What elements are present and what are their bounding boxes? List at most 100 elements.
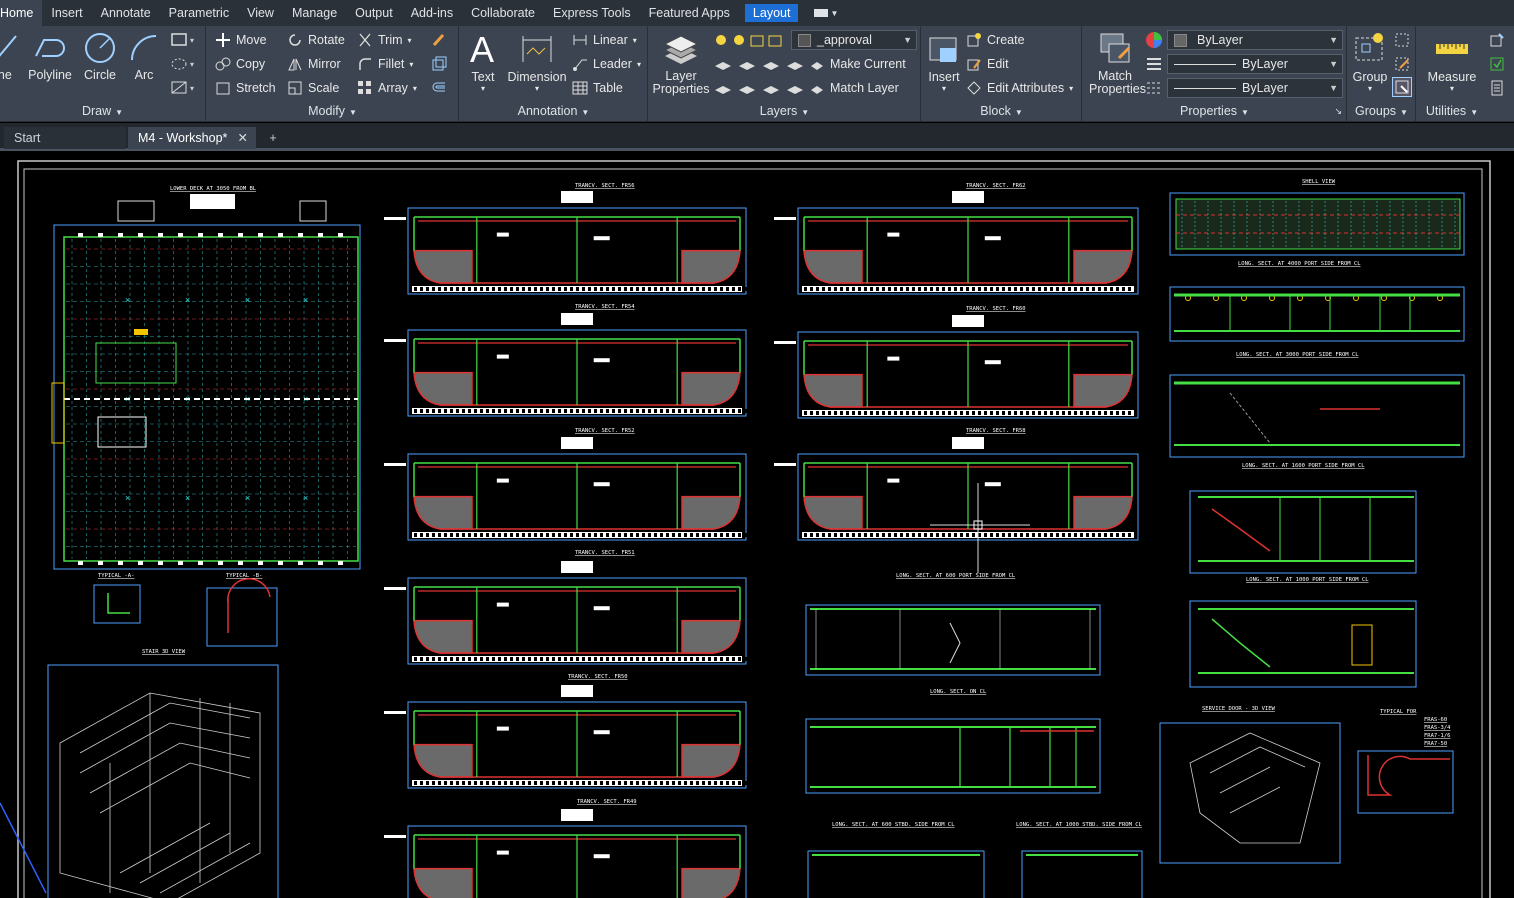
tab-current-drawing[interactable]: M4 - Workshop* ✕ <box>128 127 256 149</box>
tab-home[interactable]: Home <box>0 0 43 26</box>
scale-tick <box>450 657 453 661</box>
ungroup-button[interactable] <box>1394 30 1410 50</box>
rotate-button[interactable]: Rotate <box>287 30 345 50</box>
rectangle-button[interactable]: ▾ <box>170 30 198 50</box>
hatch-button[interactable]: ▾ <box>170 54 198 74</box>
tab-manage[interactable]: Manage <box>283 0 346 26</box>
scale-tick <box>1056 287 1059 291</box>
match-properties-button[interactable]: Match Properties <box>1089 30 1146 96</box>
layer-dropdown[interactable]: _approval ▼ <box>791 30 917 50</box>
scale-tick <box>444 781 447 785</box>
scale-tick <box>612 533 615 537</box>
drawing-canvas[interactable]: LOWER DECK AT 3050 FROM BL ×××××××××××× … <box>0 153 1514 898</box>
tab-start[interactable]: Start <box>4 127 126 149</box>
scale-tick <box>720 287 723 291</box>
scale-tick <box>726 657 729 661</box>
scale-tick <box>732 287 735 291</box>
group-button[interactable]: Group ▾ <box>1350 30 1390 93</box>
tab-add-ins[interactable]: Add-ins <box>402 0 462 26</box>
scale-tick <box>540 781 543 785</box>
scale-tick <box>636 657 639 661</box>
tab-featured-apps[interactable]: Featured Apps <box>640 0 739 26</box>
close-icon[interactable]: ✕ <box>238 127 248 149</box>
tab-view[interactable]: View <box>238 0 283 26</box>
scale-tick <box>828 533 831 537</box>
arc-button[interactable]: Arc <box>126 30 162 82</box>
linetype-dropdown[interactable]: ByLayer ▼ <box>1167 78 1343 98</box>
scale-tick <box>630 533 633 537</box>
color-value: ByLayer <box>1197 33 1243 47</box>
scale-tick <box>816 411 819 415</box>
mirror-button[interactable]: Mirror <box>287 54 341 74</box>
copy-button[interactable]: Copy <box>215 54 265 74</box>
tab-output[interactable]: Output <box>346 0 402 26</box>
stretch-button[interactable]: Stretch <box>215 78 276 98</box>
move-button[interactable]: Move <box>215 30 267 50</box>
linear-dimension-button[interactable]: Linear ▾ <box>572 30 637 50</box>
explode-button[interactable] <box>431 54 447 74</box>
scale-tick <box>480 533 483 537</box>
groups-panel-title[interactable]: Groups ▼ <box>1348 102 1415 120</box>
insert-block-button[interactable]: Insert ▾ <box>924 30 964 93</box>
pillar-mark: × <box>245 493 250 503</box>
lineweight-dropdown[interactable]: ByLayer ▼ <box>1167 54 1343 74</box>
scale-tick <box>426 781 429 785</box>
tab-insert[interactable]: Insert <box>42 0 91 26</box>
tab-express-tools[interactable]: Express Tools <box>544 0 640 26</box>
quick-select-button[interactable] <box>1489 54 1505 74</box>
scale-tick <box>930 533 933 537</box>
scale-tick <box>552 781 555 785</box>
line-button[interactable]: Line <box>0 30 20 82</box>
title-long1600: LONG. SECT. AT 1600 PORT SIDE FROM CL <box>1242 463 1365 469</box>
ribbon-display-toggle[interactable]: ▼ <box>814 9 838 18</box>
edit-block-icon <box>967 59 981 71</box>
block-panel-title[interactable]: Block ▼ <box>922 102 1081 120</box>
tab-annotate[interactable]: Annotate <box>92 0 160 26</box>
properties-panel-title[interactable]: Properties ▼ ↘ <box>1083 102 1346 120</box>
modify-panel-title[interactable]: Modify ▼ <box>207 102 458 120</box>
draw-panel-title[interactable]: Draw ▼ <box>0 102 205 120</box>
gradient-button[interactable]: ▾ <box>170 78 198 98</box>
scale-tick <box>744 781 747 785</box>
calculator-button[interactable] <box>1489 78 1505 98</box>
erase-button[interactable] <box>431 30 447 50</box>
scale-tick <box>702 287 705 291</box>
scale-tick <box>498 781 501 785</box>
new-tab-button[interactable]: + <box>262 127 284 149</box>
linear-dimension-icon <box>573 35 587 45</box>
scale-button[interactable]: Scale <box>287 78 339 98</box>
trim-button[interactable]: Trim ▾ <box>357 30 412 50</box>
pillar-mark: × <box>125 493 130 503</box>
tab-parametric[interactable]: Parametric <box>160 0 238 26</box>
polyline-button[interactable]: Polyline <box>24 30 76 82</box>
scale-tick <box>540 533 543 537</box>
layer-properties-button[interactable]: Layer Properties <box>651 30 711 96</box>
make-current-button[interactable]: Make Current <box>809 54 906 74</box>
color-dropdown[interactable]: ByLayer ▼ <box>1167 30 1343 50</box>
array-button[interactable]: Array ▾ <box>357 78 417 98</box>
layers-panel-title[interactable]: Layers ▼ <box>649 102 920 120</box>
text-button[interactable]: A Text ▾ <box>466 30 500 93</box>
plan-frame <box>53 224 361 570</box>
match-layer-button[interactable]: Match Layer <box>809 78 899 98</box>
leader-button[interactable]: Leader ▾ <box>572 54 641 74</box>
group-edit-button[interactable] <box>1394 54 1410 74</box>
tab-collaborate[interactable]: Collaborate <box>462 0 544 26</box>
dialog-launcher-icon[interactable]: ↘ <box>1334 102 1342 120</box>
dimension-button[interactable]: Dimension ▾ <box>504 30 570 93</box>
fillet-button[interactable]: Fillet ▾ <box>357 54 413 74</box>
edit-attributes-button[interactable]: Edit Attributes ▾ <box>966 78 1073 98</box>
offset-button[interactable] <box>431 78 447 98</box>
scale-tick <box>714 657 717 661</box>
table-button[interactable]: Table <box>572 78 623 98</box>
measure-button[interactable]: Measure ▾ <box>1419 30 1485 93</box>
create-block-button[interactable]: Create <box>966 30 1025 50</box>
group-selection-toggle[interactable] <box>1392 77 1412 97</box>
id-point-button[interactable] <box>1489 30 1505 50</box>
circle-button[interactable]: Circle <box>80 30 120 82</box>
utilities-panel-title[interactable]: Utilities ▼ <box>1417 102 1487 120</box>
edit-block-button[interactable]: Edit <box>966 54 1009 74</box>
scale-tick <box>1068 533 1071 537</box>
annotation-panel-title[interactable]: Annotation ▼ <box>460 102 647 120</box>
tab-layout[interactable]: Layout <box>744 4 799 22</box>
